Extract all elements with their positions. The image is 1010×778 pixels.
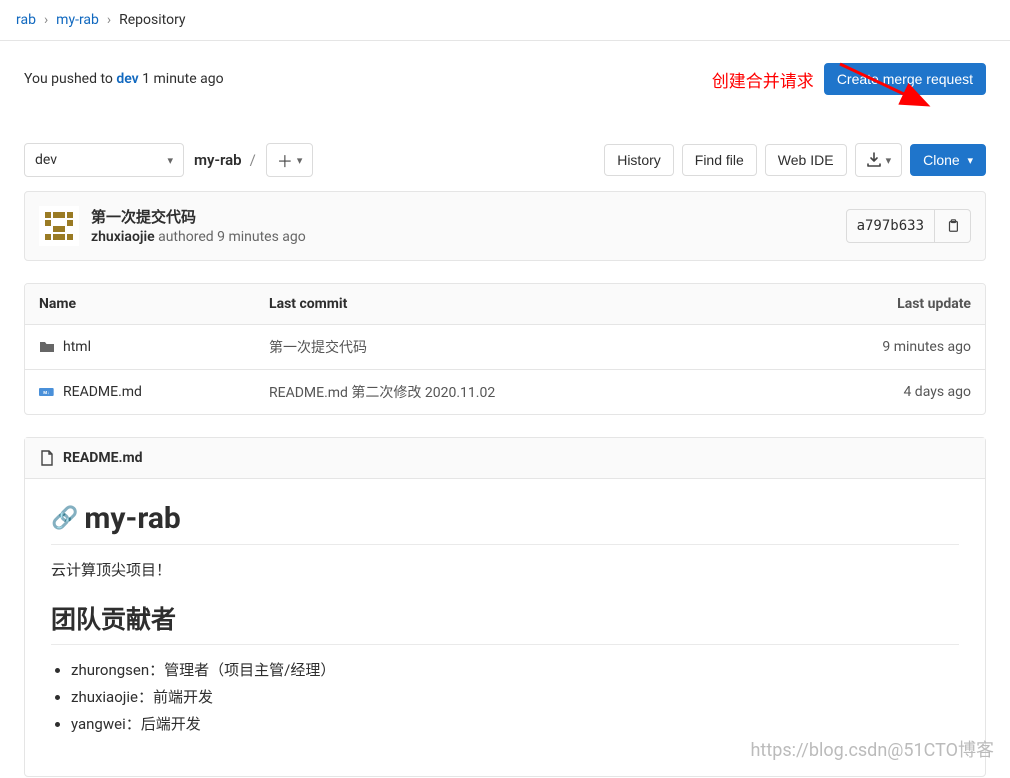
find-file-button[interactable]: Find file	[682, 144, 757, 176]
commit-author[interactable]: zhuxiaojie	[91, 229, 155, 245]
create-merge-request-button[interactable]: Create merge request	[824, 63, 986, 95]
readme-panel: README.md 🔗my-rab 云计算顶尖项目！ 团队贡献者 zhurong…	[24, 437, 986, 777]
breadcrumb: rab › my-rab › Repository	[0, 0, 1010, 41]
push-notice: You pushed to dev 1 minute ago 创建合并请求 Cr…	[0, 41, 1010, 119]
annotation-text: 创建合并请求	[712, 67, 814, 92]
table-row[interactable]: html 第一次提交代码 9 minutes ago	[25, 325, 985, 370]
commit-byline: zhuxiaojie authored 9 minutes ago	[91, 229, 306, 245]
last-commit-panel: 第一次提交代码 zhuxiaojie authored 9 minutes ag…	[24, 191, 986, 261]
file-tree-header: Name Last commit Last update	[25, 284, 985, 325]
add-dropdown[interactable]: ＋ ▾	[266, 143, 314, 177]
web-ide-button[interactable]: Web IDE	[765, 144, 847, 176]
branch-select[interactable]: dev ▾	[24, 143, 184, 177]
readme-paragraph: 云计算顶尖项目！	[51, 559, 959, 580]
list-item: zhurongsen：管理者（项目主管/经理）	[71, 659, 959, 680]
tree-item-commit[interactable]: 第一次提交代码	[269, 337, 811, 357]
tree-item-update: 4 days ago	[811, 384, 971, 400]
chevron-down-icon: ▾	[167, 154, 173, 167]
clone-label: Clone	[923, 152, 960, 168]
svg-text:M↓: M↓	[43, 390, 49, 395]
clipboard-icon	[946, 219, 960, 233]
readme-h2: 团队贡献者	[51, 600, 959, 645]
chevron-down-icon: ▾	[967, 154, 973, 167]
chevron-right-icon: ›	[107, 12, 111, 28]
push-time: 1 minute ago	[139, 71, 224, 87]
commit-sha[interactable]: a797b633	[846, 209, 935, 243]
push-branch-link[interactable]: dev	[116, 71, 138, 87]
readme-header: README.md	[25, 438, 985, 479]
folder-icon	[39, 339, 55, 355]
readme-filename: README.md	[63, 450, 143, 466]
table-row[interactable]: M↓ README.md README.md 第二次修改 2020.11.02 …	[25, 370, 985, 414]
breadcrumb-item-myrab[interactable]: my-rab	[56, 12, 99, 28]
commit-title[interactable]: 第一次提交代码	[91, 206, 306, 227]
chevron-down-icon: ▾	[886, 154, 892, 167]
markdown-icon: M↓	[39, 384, 55, 400]
tree-item-commit[interactable]: README.md 第二次修改 2020.11.02	[269, 382, 811, 402]
readme-body: 🔗my-rab 云计算顶尖项目！ 团队贡献者 zhurongsen：管理者（项目…	[25, 479, 985, 776]
project-name[interactable]: my-rab	[194, 151, 242, 169]
commit-time: authored 9 minutes ago	[155, 229, 306, 245]
clone-button[interactable]: Clone ▾	[910, 144, 986, 176]
tree-item-name[interactable]: README.md	[63, 384, 142, 400]
chevron-right-icon: ›	[44, 12, 48, 28]
action-bar: dev ▾ my-rab / ＋ ▾ History Find file Web…	[0, 143, 1010, 177]
readme-h1-text: my-rab	[84, 501, 180, 536]
col-update-header: Last update	[811, 296, 971, 312]
tree-item-name[interactable]: html	[63, 339, 91, 355]
col-name-header: Name	[39, 296, 269, 312]
readme-h1: 🔗my-rab	[51, 501, 959, 545]
push-message: You pushed to dev 1 minute ago	[24, 71, 224, 87]
avatar	[39, 206, 79, 246]
col-commit-header: Last commit	[269, 296, 811, 312]
list-item: zhuxiaojie：前端开发	[71, 686, 959, 707]
history-button[interactable]: History	[604, 144, 674, 176]
download-dropdown[interactable]: ▾	[855, 143, 903, 177]
readme-list: zhurongsen：管理者（项目主管/经理） zhuxiaojie：前端开发 …	[71, 659, 959, 734]
branch-select-label: dev	[35, 152, 57, 168]
download-icon	[866, 152, 882, 168]
tree-item-update: 9 minutes ago	[811, 339, 971, 355]
file-icon	[39, 450, 55, 466]
breadcrumb-item-repository: Repository	[119, 12, 185, 28]
breadcrumb-item-rab[interactable]: rab	[16, 12, 36, 28]
push-prefix: You pushed to	[24, 71, 116, 87]
path-crumb: my-rab /	[194, 151, 256, 169]
copy-sha-button[interactable]	[935, 209, 971, 243]
path-slash: /	[250, 151, 256, 169]
list-item: yangwei：后端开发	[71, 713, 959, 734]
file-tree: Name Last commit Last update html 第一次提交代…	[24, 283, 986, 415]
plus-icon: ＋	[277, 148, 293, 172]
chevron-down-icon: ▾	[297, 154, 303, 167]
link-icon[interactable]: 🔗	[51, 506, 78, 531]
